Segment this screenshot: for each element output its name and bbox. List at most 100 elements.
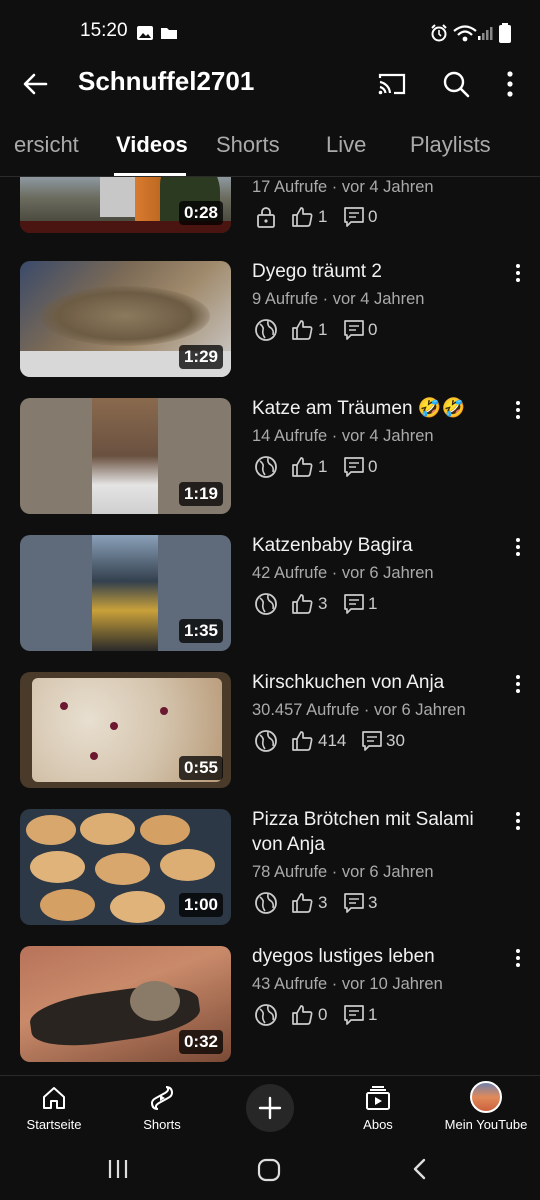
- video-menu-icon[interactable]: [510, 535, 526, 559]
- nav-subscriptions[interactable]: Abos: [328, 1076, 428, 1146]
- tab-live[interactable]: Live: [326, 132, 366, 158]
- comment-count: 30: [386, 731, 405, 750]
- system-back-icon[interactable]: [408, 1157, 432, 1181]
- video-meta: 42 Aufrufe · vor 6 Jahren: [252, 564, 434, 582]
- like-icon: [292, 1005, 313, 1025]
- comment-count: 0: [368, 457, 378, 476]
- folder-icon: [161, 28, 177, 39]
- video-duration: 0:55: [178, 756, 223, 780]
- tab-shorts[interactable]: Shorts: [216, 132, 280, 158]
- comment-icon: [344, 594, 364, 614]
- video-stats: 1 0: [252, 318, 472, 344]
- like-icon: [292, 893, 313, 913]
- video-title[interactable]: Katze am Träumen 🤣🤣: [252, 396, 502, 421]
- video-duration: 1:19: [178, 482, 223, 506]
- list-item[interactable]: 0:55 Kirschkuchen von Anja 30.457 Aufruf…: [0, 672, 540, 792]
- cast-icon[interactable]: [376, 68, 408, 100]
- nav-home-label: Startseite: [26, 1117, 82, 1132]
- video-stats: 0 1: [252, 1003, 472, 1029]
- comment-count: 1: [368, 594, 378, 613]
- comment-count: 3: [368, 893, 378, 912]
- back-arrow-icon[interactable]: [20, 68, 52, 100]
- like-count: 0: [318, 1005, 328, 1024]
- video-duration: 1:29: [178, 345, 223, 369]
- like-icon: [292, 320, 313, 340]
- video-thumbnail[interactable]: 1:19: [20, 398, 231, 514]
- video-title[interactable]: Katzenbaby Bagira: [252, 533, 502, 558]
- gallery-icon: [137, 26, 153, 40]
- comment-icon: [362, 731, 382, 751]
- video-thumbnail[interactable]: 0:55: [20, 672, 231, 788]
- comment-count: 0: [368, 320, 378, 339]
- video-menu-icon[interactable]: [510, 946, 526, 970]
- like-count: 414: [318, 731, 347, 750]
- video-meta: 17 Aufrufe · vor 4 Jahren: [252, 178, 434, 196]
- video-stats: 3 1: [252, 592, 472, 618]
- nav-you[interactable]: Mein YouTube: [436, 1076, 536, 1146]
- video-thumbnail[interactable]: 1:29: [20, 261, 231, 377]
- like-icon: [292, 594, 313, 614]
- more-options-icon[interactable]: [494, 68, 526, 100]
- video-thumbnail[interactable]: 1:00: [20, 809, 231, 925]
- home-button-icon[interactable]: [256, 1157, 282, 1183]
- video-thumbnail[interactable]: 1:35: [20, 535, 231, 651]
- video-stats: 414 30: [252, 729, 472, 755]
- globe-icon: [255, 456, 277, 478]
- like-icon: [292, 457, 313, 477]
- search-icon[interactable]: [440, 68, 472, 100]
- video-menu-icon[interactable]: [510, 809, 526, 833]
- comment-icon: [344, 893, 364, 913]
- tab-videos[interactable]: Videos: [116, 132, 188, 158]
- nav-home[interactable]: Startseite: [4, 1076, 104, 1146]
- alarm-icon: [431, 24, 447, 42]
- video-list: 0:28 17 Aufrufe · vor 4 Jahren 1 0 1:29 …: [0, 177, 540, 1074]
- wifi-icon: [453, 25, 477, 42]
- bottom-navigation: Startseite Shorts Abos Mein YouTube: [0, 1075, 540, 1146]
- list-item[interactable]: 1:29 Dyego träumt 2 9 Aufrufe · vor 4 Ja…: [0, 261, 540, 381]
- video-title[interactable]: Dyego träumt 2: [252, 259, 502, 284]
- video-title[interactable]: dyegos lustiges leben: [252, 944, 502, 969]
- list-item[interactable]: 1:35 Katzenbaby Bagira 42 Aufrufe · vor …: [0, 535, 540, 655]
- comment-icon: [344, 207, 364, 227]
- avatar: [470, 1081, 502, 1113]
- like-count: 1: [318, 207, 328, 226]
- tab-playlists[interactable]: Playlists: [410, 132, 491, 158]
- video-thumbnail[interactable]: 0:28: [20, 177, 231, 233]
- video-duration: 1:00: [178, 893, 223, 917]
- comment-count: 0: [368, 207, 378, 226]
- video-meta: 14 Aufrufe · vor 4 Jahren: [252, 427, 434, 445]
- nav-subscriptions-label: Abos: [363, 1117, 393, 1132]
- video-menu-icon[interactable]: [510, 398, 526, 422]
- video-stats: 3 3: [252, 891, 472, 917]
- create-button[interactable]: [246, 1084, 294, 1132]
- video-duration: 0:28: [178, 201, 223, 225]
- list-item[interactable]: 0:32 dyegos lustiges leben 43 Aufrufe · …: [0, 946, 540, 1066]
- tab-overview[interactable]: ersicht: [14, 132, 79, 158]
- list-item[interactable]: 1:00 Pizza Brötchen mit Salami von Anja …: [0, 809, 540, 929]
- nav-shorts[interactable]: Shorts: [112, 1076, 212, 1146]
- video-title[interactable]: Kirschkuchen von Anja: [252, 670, 502, 695]
- recent-apps-icon[interactable]: [106, 1157, 130, 1181]
- signal-icon: [478, 27, 493, 40]
- globe-icon: [255, 892, 277, 914]
- comment-icon: [344, 1005, 364, 1025]
- like-count: 3: [318, 594, 328, 613]
- video-duration: 1:35: [178, 619, 223, 643]
- video-thumbnail[interactable]: 0:32: [20, 946, 231, 1062]
- plus-icon: [258, 1096, 282, 1120]
- list-item[interactable]: 0:28 17 Aufrufe · vor 4 Jahren 1 0: [0, 177, 540, 237]
- video-meta: 30.457 Aufrufe · vor 6 Jahren: [252, 701, 466, 719]
- video-title[interactable]: Pizza Brötchen mit Salami von Anja: [252, 807, 502, 857]
- channel-tabs: ersicht Videos Shorts Live Playlists: [0, 120, 540, 177]
- nav-you-label: Mein YouTube: [444, 1117, 528, 1132]
- nav-shorts-label: Shorts: [143, 1117, 181, 1132]
- like-count: 3: [318, 893, 328, 912]
- status-bar: 15:20: [0, 0, 540, 60]
- lock-icon: [257, 207, 275, 228]
- video-menu-icon[interactable]: [510, 672, 526, 696]
- video-menu-icon[interactable]: [510, 261, 526, 285]
- battery-icon: [499, 23, 511, 43]
- globe-icon: [255, 1004, 277, 1026]
- list-item[interactable]: 1:19 Katze am Träumen 🤣🤣 14 Aufrufe · vo…: [0, 398, 540, 518]
- video-meta: 78 Aufrufe · vor 6 Jahren: [252, 863, 434, 881]
